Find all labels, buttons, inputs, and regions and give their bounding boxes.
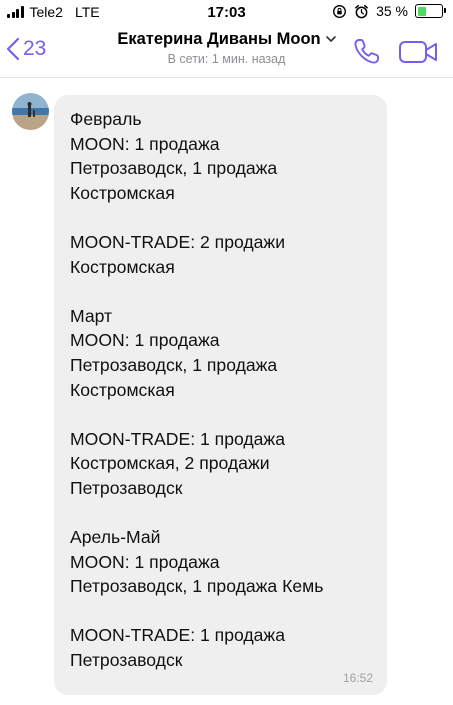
message-time: 16:52 — [342, 671, 373, 685]
battery-icon — [415, 4, 446, 18]
network-label: LTE — [74, 4, 100, 20]
battery-percent: 35 % — [376, 3, 408, 19]
signal-icon — [7, 6, 24, 18]
unread-count: 23 — [23, 37, 47, 60]
online-status: В сети: 1 мин. назад — [167, 52, 286, 66]
carrier-label: Tele2 — [29, 4, 63, 20]
alarm-icon — [355, 4, 368, 18]
status-left: Tele2 LTE — [7, 4, 100, 20]
battery-level-fill — [417, 6, 426, 16]
message-bubble[interactable]: Февраль MOON: 1 продажа Петрозаводск, 1 … — [54, 95, 387, 695]
back-chevron-icon — [6, 37, 20, 61]
back-button[interactable]: 23 — [6, 32, 46, 66]
status-right: 35 % — [332, 3, 446, 19]
title-area: Екатерина Диваны Moon В сети: 1 мин. наз… — [0, 30, 453, 66]
phone-icon[interactable] — [350, 36, 382, 68]
contact-name-button[interactable]: Екатерина Диваны Moon — [117, 30, 336, 49]
contact-name: Екатерина Диваны Moon — [117, 30, 321, 48]
avatar-image — [12, 93, 49, 130]
status-bar: Tele2 LTE 17:03 35 % — [0, 0, 453, 26]
chat-area[interactable]: Февраль MOON: 1 продажа Петрозаводск, 1 … — [0, 79, 453, 705]
chat-header: 23 Екатерина Диваны Moon В сети: 1 мин. … — [0, 26, 453, 78]
orientation-lock-icon — [333, 4, 347, 18]
chevron-down-icon — [325, 36, 336, 42]
message-text: Февраль MOON: 1 продажа Петрозаводск, 1 … — [70, 109, 324, 671]
video-camera-icon[interactable] — [398, 38, 440, 66]
avatar[interactable] — [12, 93, 49, 130]
